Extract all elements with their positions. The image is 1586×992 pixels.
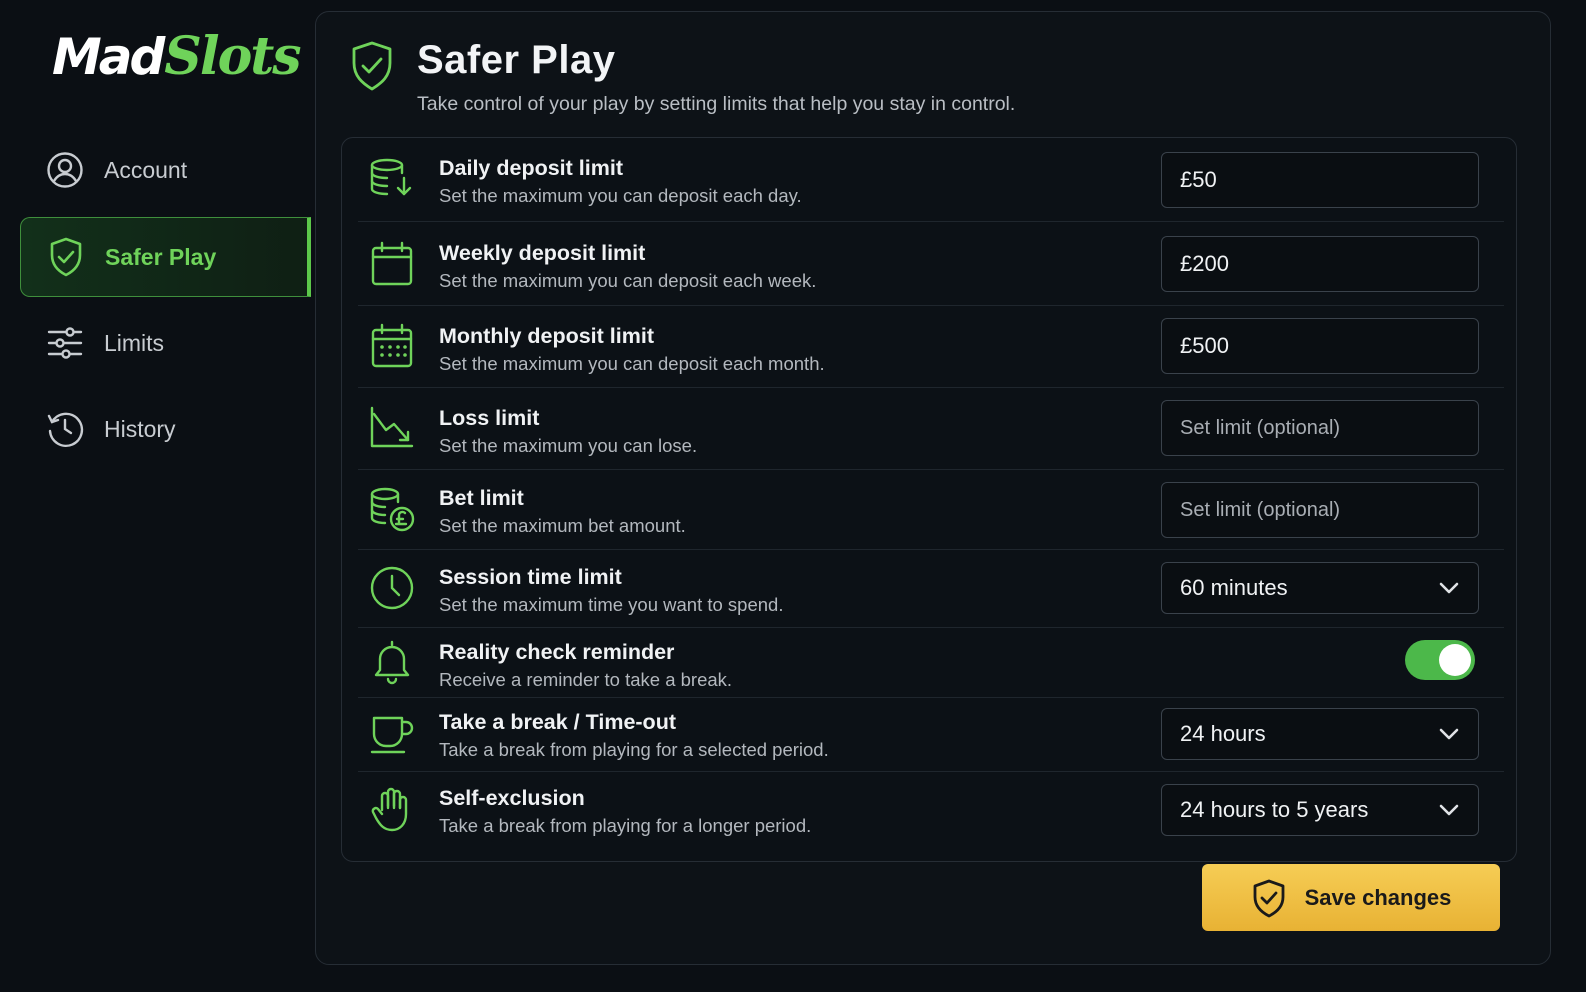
chevron-down-icon — [1439, 582, 1459, 594]
take-a-break-select[interactable]: 24 hours — [1161, 708, 1479, 760]
save-button-label: Save changes — [1304, 884, 1452, 910]
setting-title: Take a break / Time-out — [439, 710, 676, 734]
setting-title: Session time limit — [439, 565, 622, 589]
self-exclusion-select[interactable]: 24 hours to 5 years — [1161, 784, 1479, 836]
chevron-down-icon — [1439, 804, 1459, 816]
chevron-down-icon — [1439, 728, 1459, 740]
user-circle-icon — [46, 151, 84, 189]
logo-text-slots: Slots — [164, 26, 301, 87]
page-title: Safer Play — [417, 38, 616, 82]
chart-down-icon — [368, 404, 416, 452]
setting-description: Receive a reminder to take a break. — [439, 669, 733, 690]
sliders-icon — [46, 324, 84, 362]
setting-row-reality-check: Reality check reminder Receive a reminde… — [358, 628, 1504, 698]
setting-row-bet-limit: Bet limit Set the maximum bet amount. Se… — [358, 470, 1504, 550]
safer-play-panel: Safer Play Take control of your play by … — [315, 11, 1551, 965]
session-time-value: 60 minutes — [1180, 575, 1288, 600]
reality-check-toggle[interactable] — [1405, 640, 1475, 680]
toggle-knob — [1439, 644, 1471, 676]
setting-description: Set the maximum you can deposit each mon… — [439, 353, 825, 374]
clock-icon — [368, 564, 416, 612]
setting-title: Weekly deposit limit — [439, 241, 646, 265]
sidebar-item-label: Safer Play — [105, 243, 217, 270]
coins-pound-icon — [368, 486, 416, 534]
loss-limit-input[interactable]: Set limit (optional) — [1161, 400, 1479, 456]
session-time-select[interactable]: 60 minutes — [1161, 562, 1479, 614]
setting-description: Set the maximum you can deposit each day… — [439, 185, 802, 206]
setting-row-self-exclusion: Self-exclusion Take a break from playing… — [358, 772, 1504, 852]
setting-title: Self-exclusion — [439, 786, 585, 810]
sidebar-item-label: History — [104, 415, 176, 442]
sidebar-item-label: Limits — [104, 329, 165, 356]
take-a-break-value: 24 hours — [1180, 721, 1266, 746]
setting-row-loss-limit: Loss limit Set the maximum you can lose.… — [358, 388, 1504, 470]
sidebar-item-limits[interactable]: Limits — [20, 303, 311, 383]
calendar-grid-icon — [368, 322, 416, 370]
sidebar-item-safer-play[interactable]: Safer Play — [20, 217, 311, 297]
setting-row-weekly-deposit: Weekly deposit limit Set the maximum you… — [358, 222, 1504, 306]
logo-text-mad: Mad — [52, 28, 165, 86]
daily-deposit-input[interactable]: £50 — [1161, 152, 1479, 208]
settings-card: Daily deposit limit Set the maximum you … — [341, 137, 1517, 862]
setting-title: Bet limit — [439, 486, 524, 510]
calendar-icon — [368, 240, 416, 288]
shield-check-icon — [47, 237, 85, 277]
setting-title: Loss limit — [439, 406, 540, 430]
setting-row-daily-deposit: Daily deposit limit Set the maximum you … — [358, 138, 1504, 222]
shield-check-icon — [1253, 879, 1285, 917]
shield-check-icon — [350, 40, 394, 92]
coins-down-icon — [368, 156, 416, 204]
setting-description: Take a break from playing for a longer p… — [439, 815, 812, 836]
setting-row-session-time: Session time limit Set the maximum time … — [358, 550, 1504, 628]
madslots-logo[interactable]: Mad Slots — [52, 26, 302, 96]
setting-description: Set the maximum bet amount. — [439, 515, 686, 536]
save-changes-button[interactable]: Save changes — [1202, 864, 1500, 931]
clock-history-icon — [46, 410, 84, 448]
sidebar: Mad Slots Account Safer Play Limits Hist… — [0, 0, 318, 992]
sidebar-item-account[interactable]: Account — [20, 130, 311, 210]
setting-title: Monthly deposit limit — [439, 324, 654, 348]
self-exclusion-value: 24 hours to 5 years — [1180, 797, 1369, 822]
setting-title: Daily deposit limit — [439, 156, 623, 180]
setting-row-take-a-break: Take a break / Time-out Take a break fro… — [358, 698, 1504, 772]
setting-row-monthly-deposit: Monthly deposit limit Set the maximum yo… — [358, 306, 1504, 388]
bell-icon — [368, 638, 416, 686]
setting-title: Reality check reminder — [439, 640, 675, 664]
monthly-deposit-input[interactable]: £500 — [1161, 318, 1479, 374]
page-subtitle: Take control of your play by setting lim… — [417, 93, 1016, 115]
setting-description: Set the maximum you can lose. — [439, 435, 698, 456]
setting-description: Set the maximum you can deposit each wee… — [439, 270, 817, 291]
cup-icon — [368, 710, 416, 758]
sidebar-item-label: Account — [104, 156, 188, 183]
sidebar-item-history[interactable]: History — [20, 389, 311, 469]
weekly-deposit-input[interactable]: £200 — [1161, 236, 1479, 292]
hand-icon — [368, 786, 416, 834]
bet-limit-input[interactable]: Set limit (optional) — [1161, 482, 1479, 538]
setting-description: Set the maximum time you want to spend. — [439, 594, 784, 615]
setting-description: Take a break from playing for a selected… — [439, 739, 829, 760]
